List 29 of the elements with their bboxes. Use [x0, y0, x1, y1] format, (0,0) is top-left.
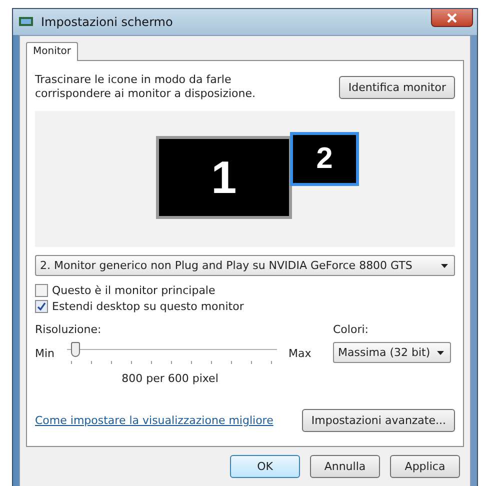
- resolution-value: 800 per 600 pixel: [122, 372, 218, 385]
- min-label: Min: [35, 346, 55, 360]
- instructions-text: Trascinare le icone in modo da farle corrispondere ai monitor a disposizione.: [35, 73, 257, 101]
- resolution-slider[interactable]: [66, 342, 277, 364]
- close-button[interactable]: [431, 9, 473, 27]
- dialog-button[interactable]: Applica: [390, 455, 460, 478]
- colors-label: Colori:: [333, 323, 370, 336]
- slider-thumb[interactable]: [70, 342, 80, 357]
- checkbox[interactable]: [35, 300, 48, 313]
- monitor-dropdown[interactable]: 2. Monitor generico non Plug and Play su NVIDIA GeForce 8800 GTS: [35, 255, 455, 276]
- monitor-icon: [19, 16, 35, 28]
- resolution-label: Risoluzione:: [35, 323, 102, 336]
- dropdown-arrow-icon: [441, 264, 448, 268]
- dropdown-arrow-icon: [437, 350, 444, 354]
- monitor-tile[interactable]: 1: [156, 136, 292, 219]
- checkbox[interactable]: [35, 284, 48, 297]
- advanced-settings-button[interactable]: Impostazioni avanzate...: [302, 409, 455, 432]
- checkbox-label: Estendi desktop su questo monitor: [52, 300, 244, 313]
- dialog-button[interactable]: Annulla: [310, 455, 380, 478]
- checkbox-label: Questo è il monitor principale: [52, 284, 216, 297]
- monitor-tile[interactable]: 2: [290, 132, 359, 186]
- dialog-button[interactable]: OK: [230, 455, 300, 478]
- window-title: Impostazioni schermo: [41, 15, 174, 29]
- help-link[interactable]: Come impostare la visualizzazione migliore: [35, 414, 274, 427]
- identify-button[interactable]: Identifica monitor: [339, 76, 455, 98]
- tab[interactable]: Monitor: [26, 42, 78, 61]
- close-icon: [446, 12, 458, 22]
- colors-dropdown[interactable]: Massima (32 bit): [333, 342, 451, 363]
- max-label: Max: [288, 346, 312, 360]
